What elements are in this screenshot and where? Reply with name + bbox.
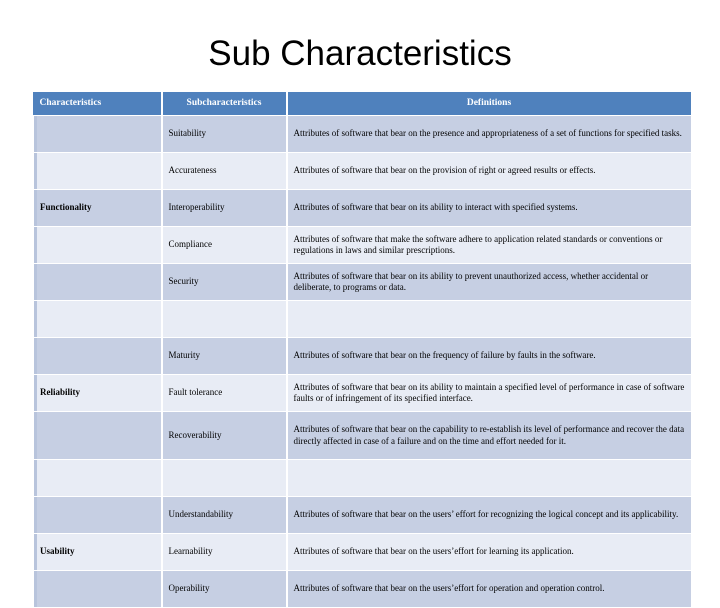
cell-definition: Attributes of software that bear on the … [286, 570, 691, 608]
table-row: Understandability Attributes of software … [31, 496, 691, 534]
column-header-subcharacteristics: Subcharacteristics [161, 92, 288, 116]
table-row: Recoverability Attributes of software tha… [31, 411, 691, 460]
page-title: Sub Characteristics [208, 34, 512, 73]
table-row: Usability Learnability Attributes of softw… [31, 533, 691, 571]
cell-definition: Attributes of software that bear on the … [286, 115, 691, 153]
cell-subcharacteristic: Operability [161, 570, 288, 608]
table-row [31, 300, 691, 338]
table-row: Functionality Interoperability Attributes … [31, 189, 691, 227]
cell-subcharacteristic: Accurateness [161, 152, 288, 190]
cell-subcharacteristic: Interoperability [161, 189, 288, 227]
slide-canvas: Sub Characteristics Characteristics Subc… [0, 0, 720, 608]
cell-characteristic [31, 115, 163, 153]
cell-subcharacteristic: Recoverability [161, 411, 288, 460]
table-row: Maturity Attributes of software that bear… [31, 337, 691, 375]
table-row: Operability Attributes of software that b… [31, 570, 691, 608]
cell-definition: Attributes of software that bear on the … [286, 337, 691, 375]
table-row: Compliance Attributes of software that ma… [31, 226, 691, 264]
table-row: Suitability Attributes of software that b… [31, 115, 691, 153]
cell-definition: Attributes of software that make the sof… [286, 226, 691, 264]
cell-characteristic: Reliability [31, 374, 163, 412]
cell-characteristic [31, 300, 163, 338]
table-row: Accurateness Attributes of software that … [31, 152, 691, 190]
cell-definition: Attributes of software that bear on the … [286, 411, 691, 460]
cell-characteristic: Functionality [31, 189, 163, 227]
cell-definition: Attributes of software that bear on the … [286, 496, 691, 534]
table-header-row: Characteristics Subcharacteristics Defin… [32, 92, 691, 116]
cell-subcharacteristic: Learnability [161, 533, 288, 571]
cell-characteristic [31, 263, 163, 301]
cell-subcharacteristic: Fault tolerance [161, 374, 288, 412]
cell-definition [286, 300, 691, 338]
cell-characteristic [31, 337, 163, 375]
table-row: Reliability Fault tolerance Attributes of … [31, 374, 691, 412]
column-header-characteristics: Characteristics [32, 92, 163, 116]
cell-definition [286, 459, 691, 497]
cell-characteristic [31, 226, 163, 264]
table-row: Security Attributes of software that bear… [31, 263, 691, 301]
table-body: Suitability Attributes of software that b… [31, 115, 691, 608]
cell-definition: Attributes of software that bear on the … [286, 152, 691, 190]
cell-definition: Attributes of software that bear on the … [286, 533, 691, 571]
cell-characteristic [31, 496, 163, 534]
column-header-definitions: Definitions [286, 92, 691, 116]
cell-definition: Attributes of software that bear on its … [286, 189, 691, 227]
cell-definition: Attributes of software that bear on its … [286, 374, 691, 412]
cell-subcharacteristic [161, 459, 288, 497]
cell-subcharacteristic: Security [161, 263, 288, 301]
cell-subcharacteristic: Understandability [161, 496, 288, 534]
sub-characteristics-table: Characteristics Subcharacteristics Defin… [31, 92, 691, 608]
cell-subcharacteristic: Suitability [161, 115, 288, 153]
sub-characteristics-table-wrapper: Characteristics Subcharacteristics Defin… [31, 92, 691, 608]
cell-subcharacteristic: Maturity [161, 337, 288, 375]
cell-definition: Attributes of software that bear on its … [286, 263, 691, 301]
cell-characteristic: Usability [31, 533, 163, 571]
table-row [31, 459, 691, 497]
table-header: Characteristics Subcharacteristics Defin… [32, 92, 691, 116]
cell-characteristic [31, 411, 163, 460]
cell-characteristic [31, 459, 163, 497]
cell-characteristic [31, 570, 163, 608]
cell-characteristic [31, 152, 163, 190]
cell-subcharacteristic: Compliance [161, 226, 288, 264]
cell-subcharacteristic [161, 300, 288, 338]
